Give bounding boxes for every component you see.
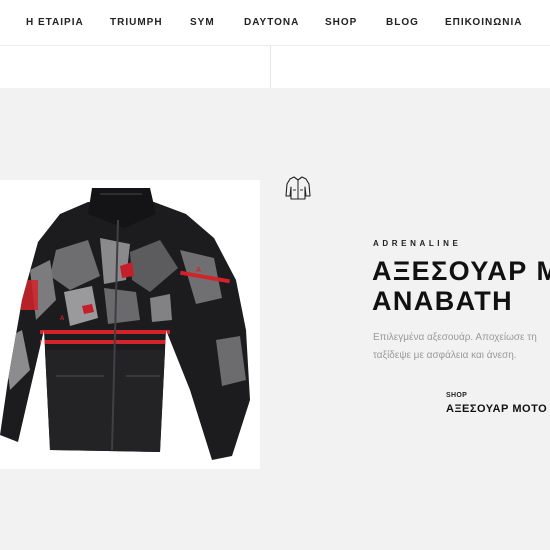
page: Η ΕΤΑΙΡΙΑ TRIUMPH SYM DAYTONA SHOP BLOG … (0, 0, 550, 550)
hero-description-line-2: ταξίδεψε με ασφάλεια και άνεση. (373, 350, 517, 361)
shop-label: SHOP (446, 392, 468, 399)
hero-description: Επιλεγμένα αξεσουάρ. Αποχείωσε τη ταξίδε… (373, 329, 537, 365)
nav-item-blog[interactable]: BLOG (386, 17, 419, 28)
product-image[interactable]: A A (0, 180, 260, 469)
brand-label: ADRENALINE (373, 239, 462, 248)
sub-header-strip (0, 46, 550, 88)
nav-item-contact[interactable]: ΕΠΙΚΟΙΝΩΝΙΑ (445, 17, 522, 28)
jacket-icon[interactable] (284, 174, 312, 202)
hero-title: ΑΞΕΣΟΥΑΡ Μ ΑΝΑΒΑΤΗ (372, 256, 550, 316)
nav-item-shop[interactable]: SHOP (325, 17, 357, 28)
jacket-sleeve-logo: A (196, 267, 201, 274)
jacket-illustration: A A (0, 188, 250, 460)
top-nav: Η ΕΤΑΙΡΙΑ TRIUMPH SYM DAYTONA SHOP BLOG … (0, 0, 550, 46)
nav-item-triumph[interactable]: TRIUMPH (110, 17, 163, 28)
hero-title-line-2: ΑΝΑΒΑΤΗ (372, 286, 514, 316)
divider (270, 46, 271, 88)
hero-title-line-1: ΑΞΕΣΟΥΑΡ Μ (372, 256, 550, 286)
nav-item-company[interactable]: Η ΕΤΑΙΡΙΑ (26, 17, 84, 28)
hero-description-line-1: Επιλεγμένα αξεσουάρ. Αποχείωσε τη (373, 332, 537, 343)
shop-accessories-link[interactable]: ΑΞΕΣΟΥΑΡ ΜΟΤΟ (446, 403, 547, 415)
jacket-logo-text: A (60, 316, 65, 322)
nav-item-sym[interactable]: SYM (190, 17, 215, 28)
nav-item-daytona[interactable]: DAYTONA (244, 17, 299, 28)
